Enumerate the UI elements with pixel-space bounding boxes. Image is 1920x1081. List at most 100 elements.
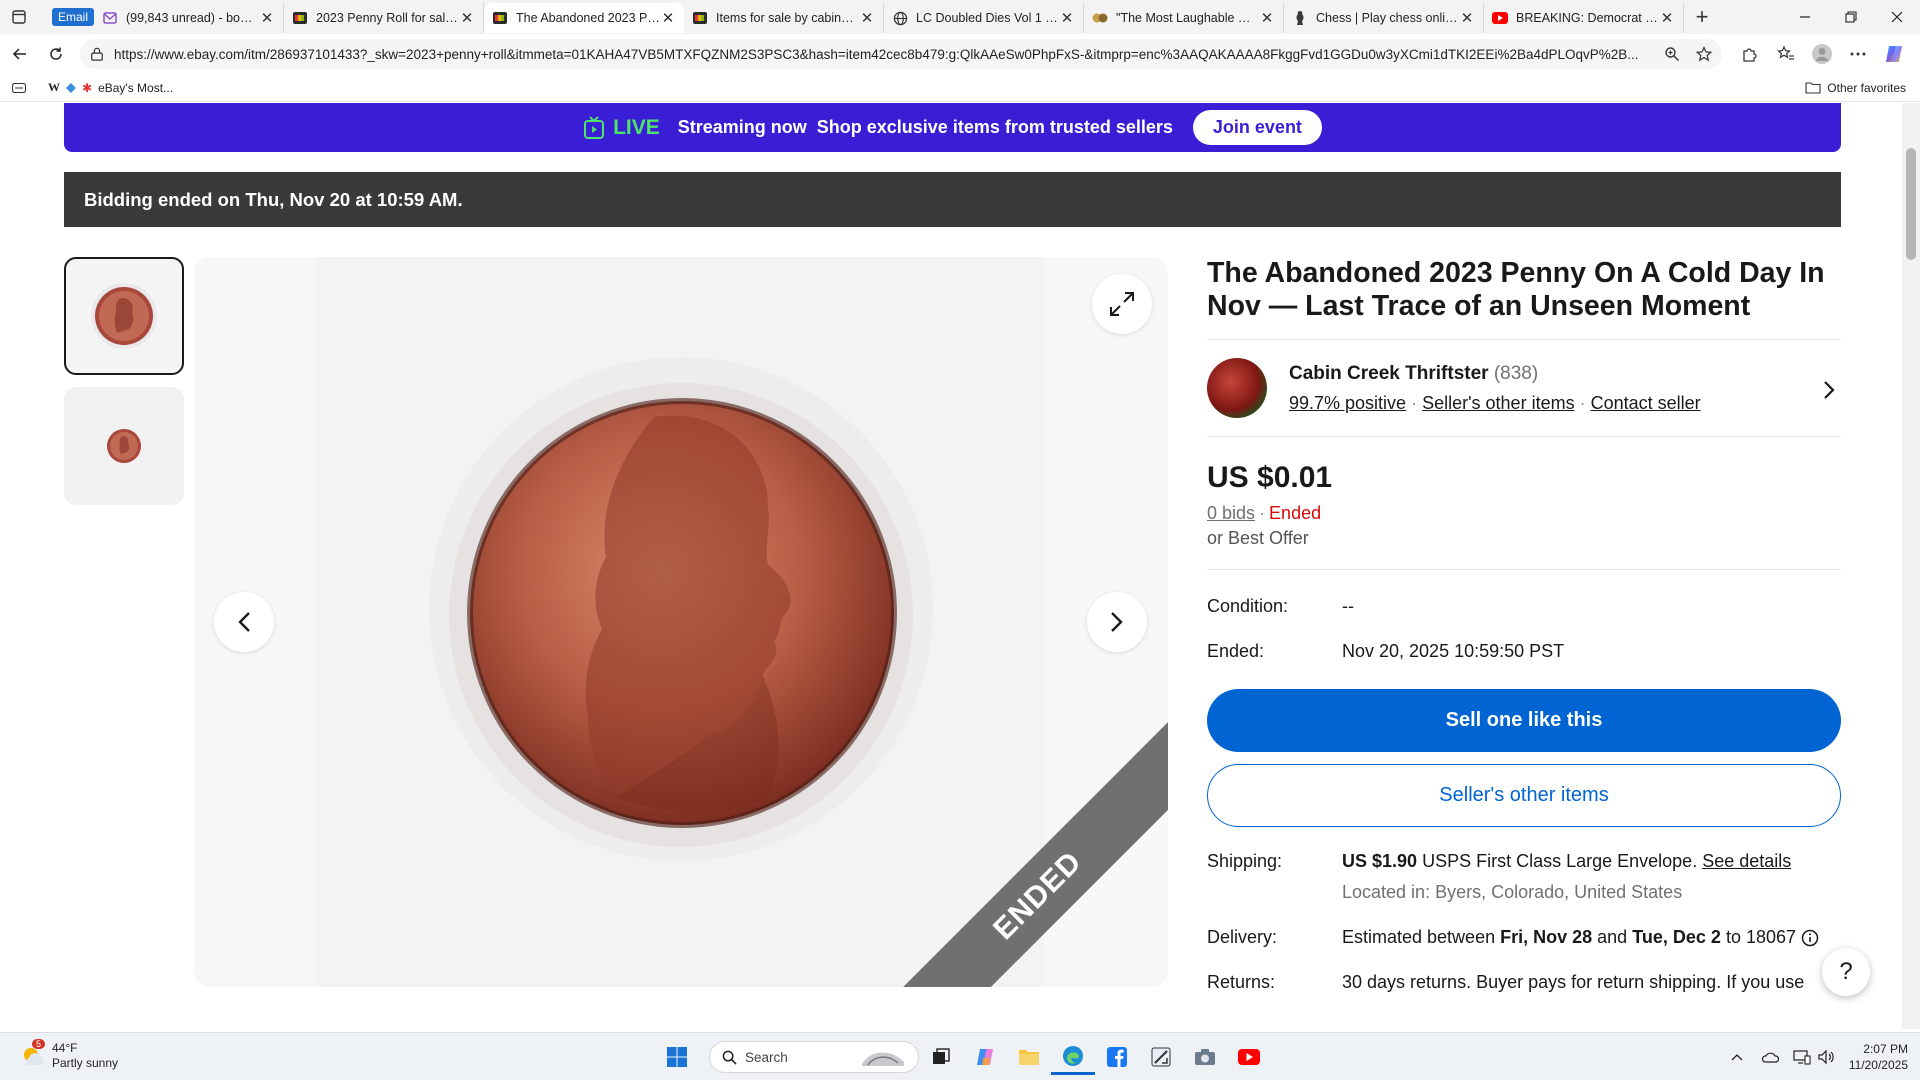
diamond-favicon-icon[interactable] [66,82,76,93]
clock[interactable]: 2:07 PM 11/20/2025 [1849,1041,1908,1073]
tab-youtube-breaking[interactable]: BREAKING: Democrat face ✕ [1484,3,1685,33]
back-icon[interactable] [2,36,38,72]
restore-icon[interactable] [1828,0,1874,34]
tab-doubled-dies[interactable]: LC Doubled Dies Vol 1 - H ✕ [884,3,1085,33]
seller-positive-link[interactable]: 99.7% positive [1289,393,1406,413]
close-icon[interactable]: ✕ [660,10,676,27]
copilot-app-icon[interactable] [963,1039,1007,1075]
chevron-right-icon[interactable] [1823,380,1835,400]
tab-laughable-coin[interactable]: "The Most Laughable Coin ✕ [1084,3,1285,33]
tab-label: BREAKING: Democrat face [1516,11,1660,25]
join-event-button[interactable]: Join event [1192,110,1322,145]
w-favicon-icon[interactable]: W [48,80,60,95]
show-hidden-icons-icon[interactable] [1731,1053,1743,1061]
site-info-icon[interactable] [90,47,104,61]
seller-avatar[interactable] [1207,358,1267,418]
delivery-date-1: Fri, Nov 28 [1500,927,1593,947]
email-chip[interactable]: Email [52,8,95,26]
url-text[interactable]: https://www.ebay.com/itm/286937101433?_s… [114,47,1654,62]
next-image-button[interactable] [1087,592,1147,652]
search-highlight-icon [862,1052,904,1066]
live-title: Streaming now [677,117,807,137]
tab-actions-menu-icon[interactable] [0,0,38,34]
close-icon[interactable]: ✕ [259,10,275,27]
favorite-ebay-most[interactable]: eBay's Most... [98,81,173,95]
live-tv-icon [583,115,605,140]
favorite-star-icon[interactable] [1696,46,1712,62]
tab-email[interactable]: (99,843 unread) - bobroth ✕ [94,3,285,33]
ebay-icon [692,10,708,26]
delivery-zip: to 18067 [1725,927,1797,947]
live-banner[interactable]: LIVE Streaming now Shop exclusive items … [64,103,1841,152]
close-window-icon[interactable] [1874,0,1920,34]
close-icon[interactable]: ✕ [1659,10,1675,27]
sellers-other-items-button[interactable]: Seller's other items [1207,764,1841,827]
seller-other-items-link[interactable]: Seller's other items [1422,393,1575,413]
tab-penny-roll[interactable]: 2023 Penny Roll for sale | e ✕ [284,3,485,33]
globe-icon [892,10,908,26]
tab-abandoned-penny[interactable]: The Abandoned 2023 Penny ✕ [484,3,685,33]
address-bar[interactable]: https://www.ebay.com/itm/286937101433?_s… [80,39,1722,69]
shipping-method: USPS First Class Large Envelope. [1422,851,1698,871]
new-tab-button[interactable]: + [1684,0,1720,34]
seller-card[interactable]: Cabin Creek Thriftster (838) 99.7% posit… [1207,340,1841,437]
delivery-and: and [1597,927,1628,947]
tab-chess[interactable]: Chess | Play chess online, ✕ [1284,3,1485,33]
volume-icon[interactable] [1817,1049,1835,1065]
weather-widget[interactable]: 5 44°F Partly sunny [18,1039,118,1071]
snipping-tool-icon[interactable] [1139,1039,1183,1075]
refresh-icon[interactable] [38,36,74,72]
profile-avatar[interactable] [1804,36,1840,72]
bookmark-favicon-icon: ✱ [82,80,93,95]
main-image-viewer[interactable]: ENDED [194,257,1168,987]
close-icon[interactable]: ✕ [1059,10,1075,27]
expand-image-button[interactable] [1092,274,1152,334]
minimize-icon[interactable] [1782,0,1828,34]
more-menu-icon[interactable] [1840,36,1876,72]
start-icon[interactable] [655,1039,699,1075]
item-title: The Abandoned 2023 Penny On A Cold Day I… [1207,257,1841,340]
close-icon[interactable]: ✕ [459,10,475,27]
file-explorer-icon[interactable] [1007,1039,1051,1075]
bids-link[interactable]: 0 bids [1207,503,1255,523]
weather-icon: 5 [18,1039,48,1071]
copilot-icon[interactable] [1876,36,1912,72]
edge-icon[interactable] [1051,1039,1095,1075]
thumbnail-1[interactable] [64,257,184,375]
task-view-icon[interactable] [919,1039,963,1075]
vertical-scrollbar[interactable] [1902,103,1920,1029]
extensions-icon[interactable] [1732,36,1768,72]
network-icon[interactable] [1793,1049,1811,1065]
live-badge: LIVE [613,115,660,139]
tab-label: 2023 Penny Roll for sale | e [316,11,460,25]
favorites-icon[interactable] [1768,36,1804,72]
tab-label: LC Doubled Dies Vol 1 - H [916,11,1060,25]
seller-name[interactable]: Cabin Creek Thriftster [1289,363,1489,384]
previous-image-button[interactable] [214,592,274,652]
facebook-icon[interactable] [1095,1039,1139,1075]
sell-one-like-this-button[interactable]: Sell one like this [1207,689,1841,752]
scrollbar-thumb[interactable] [1906,148,1916,260]
taskbar-search-box[interactable]: Search [709,1041,919,1073]
see-details-link[interactable]: See details [1702,851,1791,871]
thumbnail-2[interactable] [64,387,184,505]
youtube-app-icon[interactable] [1227,1039,1271,1075]
other-favorites[interactable]: Other favorites [1805,81,1906,95]
tab-label: Items for sale by cabincree [716,11,860,25]
zoom-icon[interactable] [1664,46,1680,62]
contact-seller-link[interactable]: Contact seller [1591,393,1701,413]
price-block: US $0.01 0 bids · Ended or Best Offer [1207,437,1841,570]
close-icon[interactable]: ✕ [1259,10,1275,27]
delivery-date-2: Tue, Dec 2 [1632,927,1721,947]
reading-view-icon[interactable] [12,82,26,93]
info-icon[interactable] [1801,929,1819,947]
close-icon[interactable]: ✕ [859,10,875,27]
live-desc: Shop exclusive items from trusted seller… [816,117,1173,137]
onedrive-icon[interactable] [1761,1051,1779,1063]
help-button[interactable]: ? [1822,948,1870,996]
camera-icon[interactable] [1183,1039,1227,1075]
taskbar: 5 44°F Partly sunny Search 2:07 PM 11/20… [0,1032,1920,1080]
tab-cabincreek-items[interactable]: Items for sale by cabincree ✕ [684,3,885,33]
clock-time: 2:07 PM [1863,1042,1908,1056]
close-icon[interactable]: ✕ [1459,10,1475,27]
